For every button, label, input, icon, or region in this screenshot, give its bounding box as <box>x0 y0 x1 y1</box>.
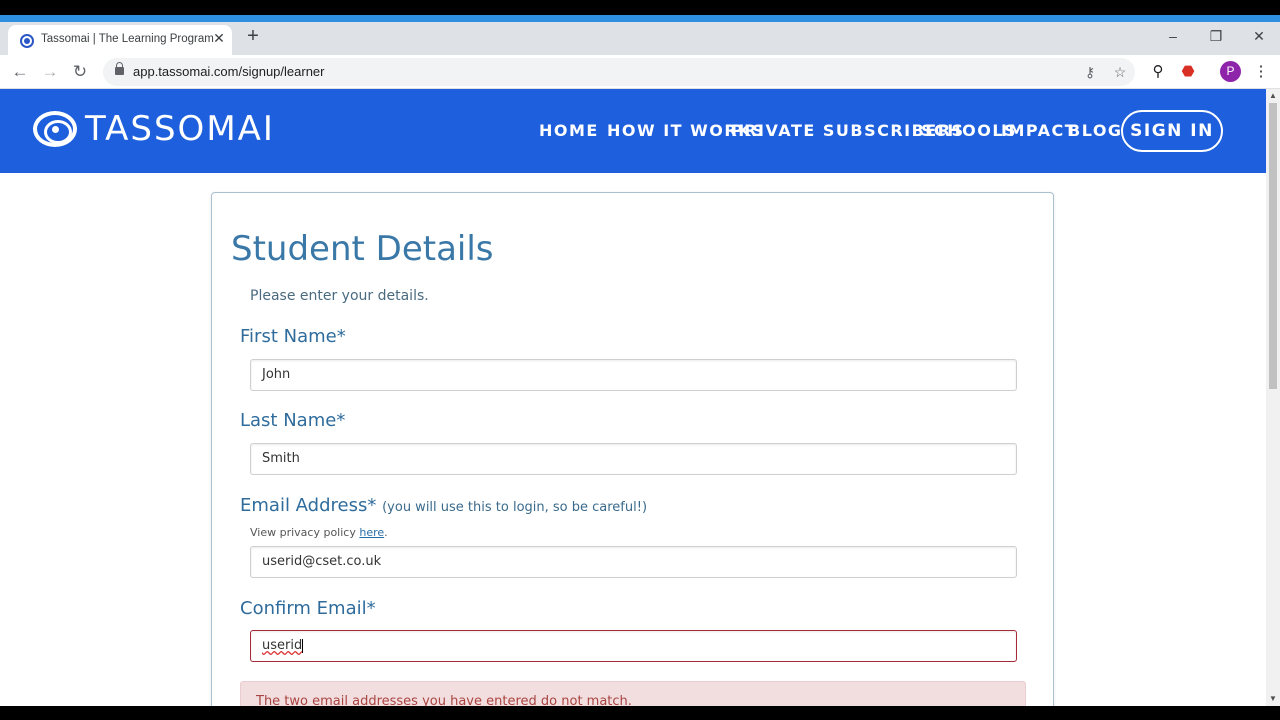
text-caret <box>302 638 304 653</box>
minimize-icon[interactable]: – <box>1158 26 1188 46</box>
screen: Tassomai | The Learning Program ✕ + – ❐ … <box>0 0 1280 720</box>
scroll-up-icon[interactable]: ▲ <box>1266 89 1280 103</box>
brand-logo-text[interactable]: TASSOMAI <box>85 109 275 149</box>
nav-impact[interactable]: IMPACT <box>1001 121 1077 140</box>
accent-line <box>0 15 1280 22</box>
back-icon[interactable]: ← <box>8 60 32 84</box>
nav-home[interactable]: HOME <box>539 121 599 140</box>
scroll-thumb[interactable] <box>1269 103 1277 389</box>
email-label-text: Email Address* <box>240 495 377 516</box>
url-text: app.tassomai.com/signup/learner <box>133 64 325 79</box>
last-name-input[interactable]: Smith <box>250 443 1017 475</box>
browser-toolbar: ← → ↻ app.tassomai.com/signup/learner ⚷ … <box>0 55 1280 89</box>
new-tab-icon[interactable]: + <box>243 26 263 46</box>
privacy-prefix: View privacy policy <box>250 526 360 539</box>
site-header: TASSOMAI HOME HOW IT WORKS PRIVATE SUBSC… <box>0 89 1266 173</box>
search-icon[interactable]: ⚲ <box>1146 60 1170 84</box>
tassomai-favicon-icon <box>20 34 34 48</box>
window-close-icon[interactable]: ✕ <box>1244 26 1274 46</box>
nav-blog[interactable]: BLOG <box>1068 121 1123 140</box>
privacy-suffix: . <box>384 526 388 539</box>
tassomai-logo-icon[interactable] <box>33 111 77 147</box>
tab-strip: Tassomai | The Learning Program ✕ + – ❐ … <box>0 22 1280 55</box>
key-icon[interactable]: ⚷ <box>1080 62 1100 82</box>
student-details-card: Student Details Please enter your detail… <box>211 192 1054 720</box>
star-icon[interactable]: ☆ <box>1110 62 1130 82</box>
profile-avatar[interactable]: P <box>1220 61 1241 82</box>
confirm-email-input[interactable]: userid <box>250 630 1017 662</box>
confirm-email-value: userid <box>262 638 303 653</box>
scroll-down-icon[interactable]: ▼ <box>1266 692 1280 706</box>
first-name-label: First Name* <box>240 326 346 347</box>
restore-icon[interactable]: ❐ <box>1201 26 1231 46</box>
sign-in-button[interactable]: SIGN IN <box>1121 110 1223 152</box>
privacy-policy-link[interactable]: here <box>359 526 384 539</box>
close-tab-icon[interactable]: ✕ <box>210 29 228 47</box>
lock-icon <box>115 62 124 75</box>
page-scrollbar[interactable]: ▲ ▼ <box>1266 89 1280 706</box>
reload-icon[interactable]: ↻ <box>68 60 92 84</box>
intro-text: Please enter your details. <box>250 288 429 304</box>
top-band <box>0 0 1280 15</box>
bottom-band <box>0 706 1280 720</box>
confirm-email-label: Confirm Email* <box>240 598 376 619</box>
forward-icon[interactable]: → <box>38 60 62 84</box>
email-input[interactable]: userid@cset.co.uk <box>250 546 1017 578</box>
privacy-note: View privacy policy here. <box>250 526 388 539</box>
last-name-label: Last Name* <box>240 410 346 431</box>
page-title: Student Details <box>231 229 494 269</box>
extension-icon[interactable]: ⬣ <box>1176 60 1200 84</box>
tab-title: Tassomai | The Learning Program <box>41 33 214 45</box>
browser-tab[interactable]: Tassomai | The Learning Program ✕ <box>8 25 232 55</box>
address-bar[interactable]: app.tassomai.com/signup/learner ⚷ ☆ <box>103 58 1135 86</box>
first-name-input[interactable]: John <box>250 359 1017 391</box>
menu-icon[interactable]: ⋮ <box>1249 60 1273 84</box>
email-note: (you will use this to login, so be caref… <box>382 500 648 515</box>
email-label: Email Address* (you will use this to log… <box>240 495 647 516</box>
